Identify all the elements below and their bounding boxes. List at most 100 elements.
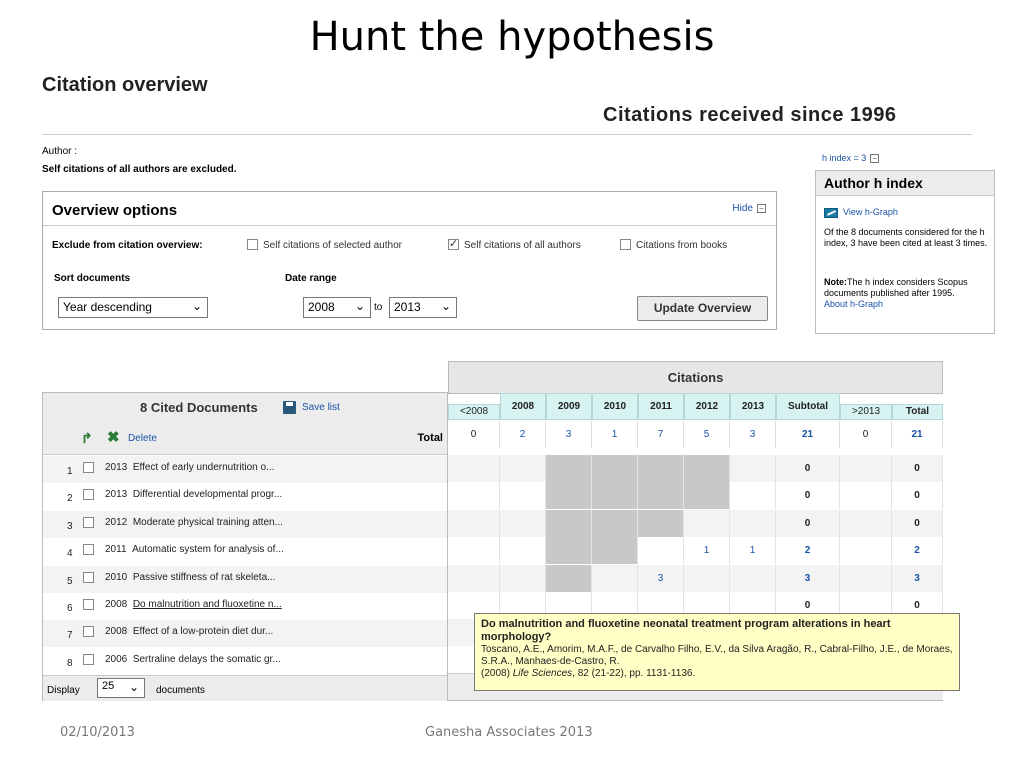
row-checkbox[interactable] <box>83 599 94 610</box>
citation-cell[interactable]: 2 <box>892 537 943 565</box>
save-icon[interactable] <box>283 401 296 414</box>
document-entry[interactable]: 2013 Effect of early undernutrition o... <box>105 462 274 473</box>
display-count-select[interactable]: 25 ⌄ <box>97 678 145 698</box>
citation-cell: 0 <box>892 455 943 482</box>
total-cell: 21 <box>776 421 840 448</box>
sort-value: Year descending <box>63 300 152 314</box>
document-entry[interactable]: 2010 Passive stiffness of rat skeleta... <box>105 572 275 583</box>
document-title[interactable]: Automatic system for analysis of... <box>132 544 284 555</box>
total-cell: 3 <box>730 421 776 448</box>
citation-cell <box>546 455 592 482</box>
citation-cell[interactable]: 3 <box>638 564 684 592</box>
document-year: 2013 <box>105 489 128 501</box>
document-title[interactable]: Passive stiffness of rat skeleta... <box>133 572 276 583</box>
date-from-select[interactable]: 2008 ⌄ <box>303 297 371 318</box>
document-row[interactable]: 5 2010 Passive stiffness of rat skeleta..… <box>43 565 447 593</box>
collapse-icon[interactable]: − <box>870 154 880 164</box>
total-cell: 21 <box>892 421 943 448</box>
chevron-down-icon: ⌄ <box>191 299 202 313</box>
document-title[interactable]: Sertraline delays the somatic gr... <box>133 654 281 665</box>
citation-cell <box>638 455 684 482</box>
row-checkbox[interactable] <box>83 489 94 501</box>
option-self-citations-all-authors[interactable]: Self citations of all authors <box>448 237 581 251</box>
citation-cell[interactable]: 1 <box>684 537 730 565</box>
document-row[interactable]: 7 2008 Effect of a low-protein diet dur..… <box>43 620 447 648</box>
document-year: 2008 <box>105 599 128 610</box>
citation-cell <box>546 537 592 565</box>
total-cell: 0 <box>448 421 500 448</box>
document-entry[interactable]: 2013 Differential developmental progr... <box>105 489 282 500</box>
sort-select[interactable]: Year descending ⌄ <box>58 297 208 318</box>
document-row[interactable]: 3 2012 Moderate physical training atten..… <box>43 510 447 538</box>
citation-cell[interactable]: 2 <box>776 537 840 565</box>
cited-documents-title: 8 Cited Documents <box>140 400 258 415</box>
citation-cell <box>592 455 638 482</box>
display-label: Display <box>47 685 80 696</box>
option-citations-from-books[interactable]: Citations from books <box>620 238 727 251</box>
delete-link[interactable]: Delete <box>128 433 157 444</box>
column-header: >2013 <box>840 404 892 420</box>
date-to-select[interactable]: 2013 ⌄ <box>389 297 457 318</box>
citation-cell <box>730 482 776 510</box>
citation-cell <box>840 564 892 592</box>
sort-arrow-icon[interactable]: ↱ <box>81 430 93 447</box>
save-list-link[interactable]: Save list <box>302 402 340 413</box>
row-checkbox[interactable] <box>83 626 94 638</box>
checkbox[interactable] <box>620 238 631 250</box>
total-cell: 0 <box>840 421 892 448</box>
checkbox[interactable] <box>247 238 258 250</box>
citation-cell[interactable]: 1 <box>730 537 776 565</box>
row-checkbox[interactable] <box>83 571 94 583</box>
citation-row: 3 3 3 <box>448 564 943 592</box>
option-self-citations-selected-author[interactable]: Self citations of selected author <box>247 238 402 251</box>
row-number: 5 <box>67 575 73 587</box>
document-row[interactable]: 8 2006 Sertraline delays the somatic gr..… <box>43 648 447 675</box>
checkbox-checked[interactable] <box>448 237 459 250</box>
document-entry[interactable]: 2012 Moderate physical training atten... <box>105 517 283 528</box>
hide-toggle[interactable]: Hide − <box>732 203 766 214</box>
total-cell: 3 <box>546 421 592 448</box>
document-title[interactable]: Effect of early undernutrition o... <box>133 462 275 473</box>
document-title[interactable]: Do malnutrition and fluoxetine n... <box>133 599 282 610</box>
row-checkbox[interactable] <box>83 653 94 665</box>
document-row[interactable]: 1 2013 Effect of early undernutrition o..… <box>43 456 447 483</box>
document-year: 2006 <box>105 653 128 665</box>
row-checkbox[interactable] <box>83 516 94 528</box>
row-number: 8 <box>67 657 73 669</box>
view-hgraph-label: View h-Graph <box>843 207 898 217</box>
update-overview-button[interactable]: Update Overview <box>637 296 768 321</box>
citation-cell <box>448 509 500 537</box>
delete-icon[interactable]: ✖ <box>107 428 120 446</box>
document-entry[interactable]: 2011 Automatic system for analysis of... <box>105 544 284 555</box>
citation-cell <box>546 482 592 510</box>
sort-documents-label: Sort documents <box>54 273 131 284</box>
citation-cell <box>546 509 592 537</box>
document-title[interactable]: Moderate physical training atten... <box>133 517 283 528</box>
about-hgraph-link[interactable]: About h-Graph <box>824 299 883 309</box>
document-entry[interactable]: 2006 Sertraline delays the somatic gr... <box>105 654 281 665</box>
hindex-toggle[interactable]: h index = 3− <box>822 153 880 164</box>
column-header: 2012 <box>684 393 730 420</box>
citation-cell <box>684 509 730 537</box>
citation-row: 00 <box>448 455 943 482</box>
row-checkbox[interactable] <box>83 544 94 556</box>
row-checkbox[interactable] <box>83 462 94 473</box>
citation-cell[interactable]: 3 <box>776 564 840 592</box>
row-number: 3 <box>67 520 73 532</box>
hindex-panel-title: Author h index <box>816 171 994 196</box>
document-row[interactable]: 4 2011 Automatic system for analysis of..… <box>43 538 447 565</box>
citation-cell <box>730 564 776 592</box>
citation-cell <box>500 537 546 565</box>
document-title[interactable]: Effect of a low-protein diet dur... <box>133 626 273 637</box>
document-entry[interactable]: 2008 Do malnutrition and fluoxetine n... <box>105 599 282 610</box>
view-hgraph-link[interactable]: View h-Graph <box>824 207 898 218</box>
citation-row: 00 <box>448 509 943 537</box>
collapse-icon[interactable]: − <box>757 203 766 213</box>
tooltip-journal: Life Sciences <box>512 668 573 679</box>
document-title[interactable]: Differential developmental progr... <box>133 489 282 500</box>
document-entry[interactable]: 2008 Effect of a low-protein diet dur... <box>105 626 273 637</box>
citation-cell[interactable]: 3 <box>892 564 943 592</box>
document-row[interactable]: 2 2013 Differential developmental progr..… <box>43 483 447 510</box>
tooltip-details: , 82 (21-22), pp. 1131-1136. <box>572 668 696 679</box>
document-row[interactable]: 6 2008 Do malnutrition and fluoxetine n..… <box>43 593 447 620</box>
